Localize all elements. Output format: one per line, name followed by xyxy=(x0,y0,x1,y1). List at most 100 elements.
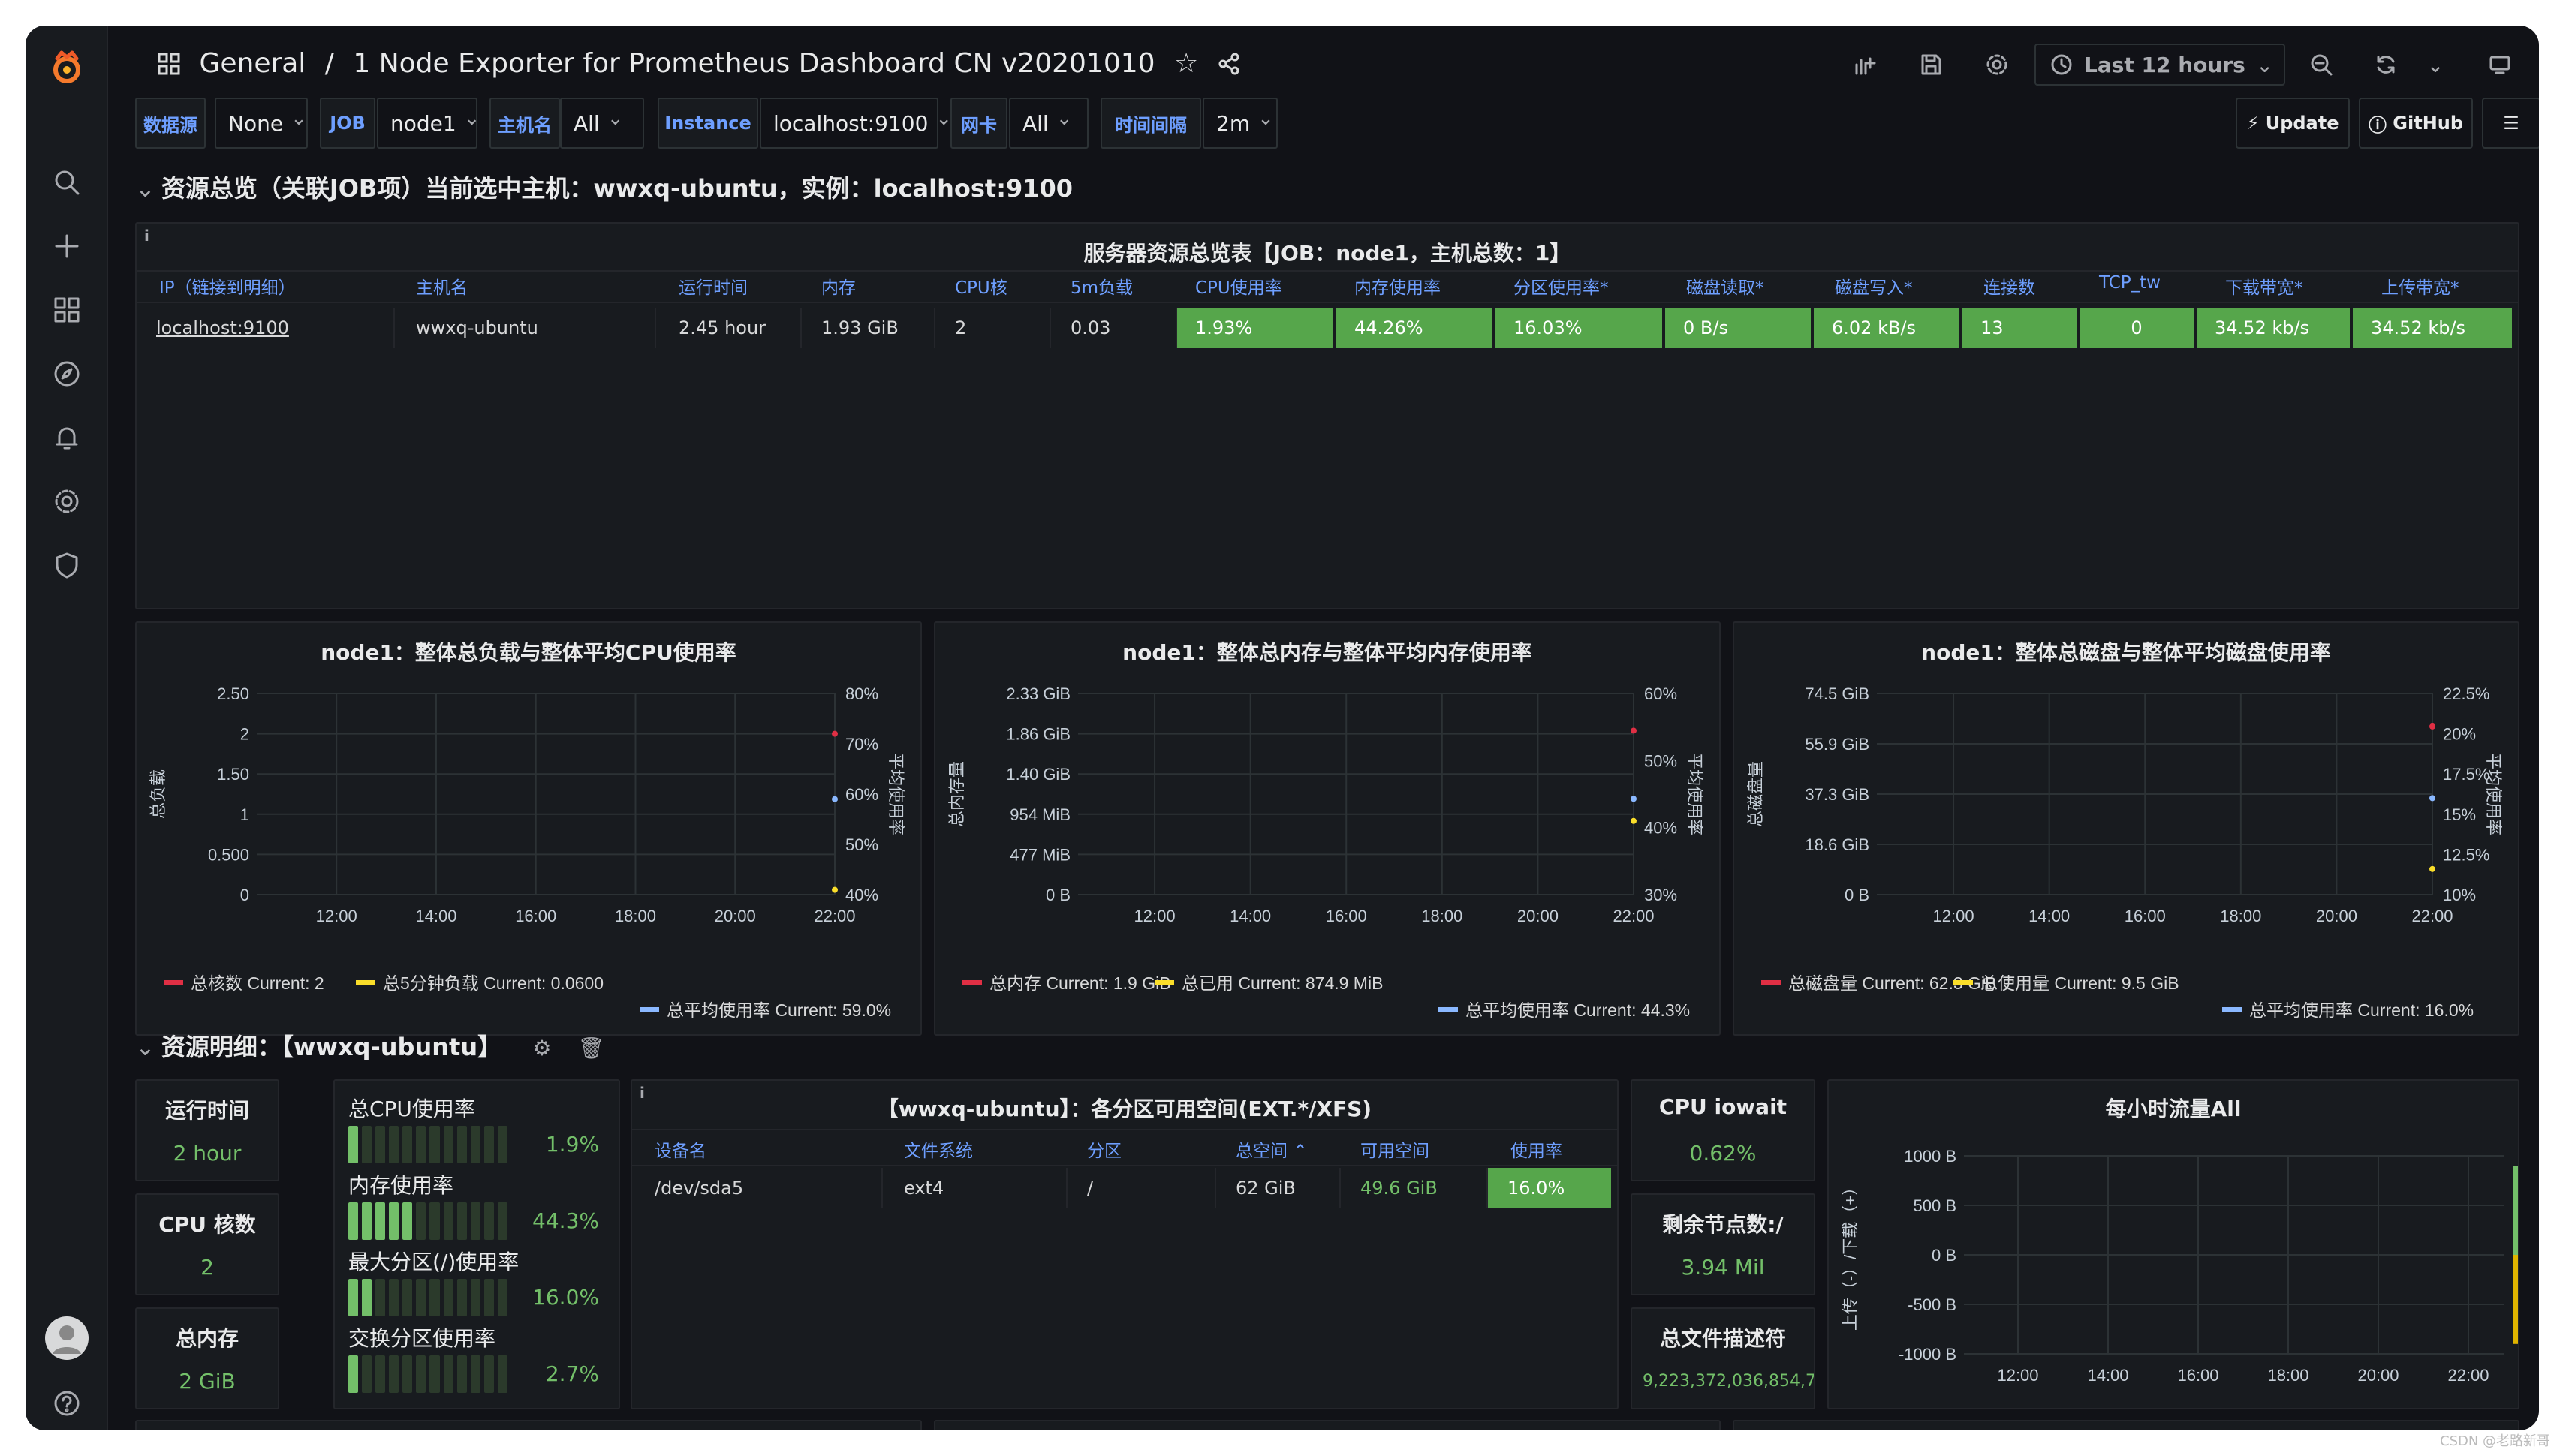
refresh-interval-dropdown[interactable]: ⌄ xyxy=(2414,44,2456,86)
grafana-logo-icon[interactable] xyxy=(48,50,86,87)
y-axis-label: 总内存量 xyxy=(947,761,966,827)
x-tick-label: 12:00 xyxy=(1997,1366,2038,1385)
y2-tick-label: 17.5% xyxy=(2443,765,2489,784)
th-free-space[interactable]: 可用空间 xyxy=(1360,1136,1429,1162)
explore-icon[interactable] xyxy=(53,359,81,388)
th-uptime[interactable]: 运行时间 xyxy=(679,273,748,299)
github-link-button[interactable]: ⓘ GitHub xyxy=(2359,98,2473,149)
breadcrumb-separator: / xyxy=(324,48,334,79)
partition-table-panel: i 【wwxq-ubuntu】：各分区可用空间(EXT.*/XFS) 设备名 文… xyxy=(631,1079,1619,1409)
configuration-gear-icon[interactable] xyxy=(53,487,81,516)
var-select-interval[interactable]: 2m xyxy=(1203,98,1278,149)
bargauge-segment xyxy=(483,1202,494,1240)
legend-swatch xyxy=(640,1007,659,1012)
update-link-button[interactable]: ⚡ Update xyxy=(2236,98,2350,149)
th-upload-bw[interactable]: 上传带宽* xyxy=(2381,273,2459,299)
x-tick-label: 14:00 xyxy=(2087,1366,2128,1385)
cpu-load-graph-panel: node1：整体总负载与整体平均CPU使用率 2.50 2 1.50 1 0.500 0 8… xyxy=(135,621,922,1036)
dashboards-icon[interactable] xyxy=(53,296,81,324)
usage-bargauge-panel: 总CPU使用率 1.9% 内存使用率 44.3% 最大分区(/)使用率 16.0… xyxy=(333,1079,620,1409)
bargauge-segment xyxy=(389,1279,399,1316)
th-ip[interactable]: IP（链接到明细） xyxy=(159,273,296,299)
th-hostname[interactable]: 主机名 xyxy=(416,273,468,299)
save-dashboard-button[interactable] xyxy=(1904,44,1958,86)
th-load5[interactable]: 5m负载 xyxy=(1071,273,1133,299)
row-settings-gear-icon[interactable]: ⚙ xyxy=(532,1036,551,1060)
disk-graph-svg: 74.5 GiB 55.9 GiB 37.3 GiB 18.6 GiB 0 B 22.5%… xyxy=(1746,684,2503,1020)
plus-icon[interactable] xyxy=(53,232,81,260)
th-download-bw[interactable]: 下载带宽* xyxy=(2225,273,2303,299)
x-tick-label: 18:00 xyxy=(2267,1366,2308,1385)
th-mountpoint[interactable]: 分区 xyxy=(1087,1136,1122,1162)
cell-ip-link[interactable]: localhost:9100 xyxy=(143,308,395,348)
th-disk-read[interactable]: 磁盘读取* xyxy=(1686,273,1764,299)
row-delete-trash-icon[interactable]: 🗑 xyxy=(578,1036,605,1060)
help-icon[interactable] xyxy=(53,1389,81,1418)
hourly-traffic-panel: 每小时流量All 1000 B 500 B0 B -500 B -1000 B 12:0… xyxy=(1827,1079,2519,1409)
bargauge-mem-value: 44.3% xyxy=(532,1208,599,1233)
tv-mode-icon[interactable] xyxy=(2473,44,2527,86)
th-disk-write[interactable]: 磁盘写入* xyxy=(1835,273,1913,299)
bargauge-segment xyxy=(443,1355,453,1393)
cell-device: /dev/sda5 xyxy=(632,1168,883,1208)
zoom-out-icon[interactable] xyxy=(2294,44,2348,86)
th-device[interactable]: 设备名 xyxy=(655,1136,706,1162)
legend-swatch xyxy=(164,980,183,985)
refresh-icon[interactable] xyxy=(2359,44,2413,86)
th-memory[interactable]: 内存 xyxy=(821,273,856,299)
links-menu-icon[interactable]: ☰ xyxy=(2482,98,2539,149)
th-usage[interactable]: 使用率 xyxy=(1510,1136,1562,1162)
file-descriptors-stat-panel: 总文件描述符 9,223,372,036,854,775,807 xyxy=(1631,1307,1815,1409)
bargauge-segment xyxy=(348,1202,359,1240)
th-filesystem[interactable]: 文件系统 xyxy=(904,1136,973,1162)
th-cpu-cores[interactable]: CPU核 xyxy=(955,273,1007,299)
bargauge-segment xyxy=(456,1202,467,1240)
y-tick-label: 0 B xyxy=(1845,886,1869,904)
search-icon[interactable] xyxy=(53,168,81,197)
dashboard-title[interactable]: 1 Node Exporter for Prometheus Dashboard… xyxy=(353,48,1155,79)
th-partition-usage[interactable]: 分区使用率* xyxy=(1513,273,1609,299)
y-tick-label: 18.6 GiB xyxy=(1805,835,1869,854)
data-point xyxy=(1631,727,1637,734)
bargauge-segment xyxy=(497,1202,507,1240)
dashboard-settings-gear-icon[interactable] xyxy=(1970,44,2024,86)
star-icon[interactable]: ☆ xyxy=(1174,48,1198,79)
share-icon[interactable] xyxy=(1218,51,1240,75)
y-tick-label: -1000 B xyxy=(1899,1345,1956,1364)
th-total-space[interactable]: 总空间 ⌃ xyxy=(1236,1136,1308,1162)
data-point xyxy=(2429,865,2435,872)
time-range-picker[interactable]: Last 12 hours ⌄ xyxy=(2034,44,2285,86)
var-select-instance[interactable]: localhost:9100 xyxy=(760,98,938,149)
y2-tick-label: 15% xyxy=(2443,805,2476,824)
memory-total-value: 2 GiB xyxy=(179,1369,236,1394)
y2-tick-label: 20% xyxy=(2443,725,2476,744)
row-overview-title[interactable]: ⌄ 资源总览（关联JOB项）当前选中主机：wwxq-ubuntu，实例：local… xyxy=(135,170,1073,204)
y-tick-label: 55.9 GiB xyxy=(1805,735,1869,754)
var-select-hostname[interactable]: All xyxy=(560,98,644,149)
y2-tick-label: 60% xyxy=(1644,684,1677,703)
th-mem-usage[interactable]: 内存使用率 xyxy=(1354,273,1441,299)
bargauge-cpu-value: 1.9% xyxy=(545,1132,599,1157)
add-panel-button[interactable] xyxy=(1835,44,1893,86)
breadcrumb: General / 1 Node Exporter for Prometheus… xyxy=(158,48,1251,79)
bargauge-segment xyxy=(483,1355,494,1393)
bargauge-segment xyxy=(402,1126,413,1163)
row-detail-title[interactable]: ⌄ 资源明细：【wwxq-ubuntu】 ⚙ 🗑 xyxy=(135,1028,604,1063)
var-select-job[interactable]: node1 xyxy=(377,98,477,149)
y-tick-label: 0.500 xyxy=(208,845,249,864)
var-select-datasource[interactable]: None xyxy=(215,98,308,149)
user-avatar[interactable] xyxy=(45,1316,89,1360)
uptime-label: 运行时间 xyxy=(164,1098,249,1123)
y-tick-label: 1.86 GiB xyxy=(1006,725,1071,744)
th-connections[interactable]: 连接数 xyxy=(1983,273,2035,299)
var-select-nic[interactable]: All xyxy=(1009,98,1089,149)
th-tcp-tw[interactable]: TCP_tw xyxy=(2099,273,2161,293)
server-admin-shield-icon[interactable] xyxy=(53,551,81,579)
cell-mountpoint: / xyxy=(1068,1168,1216,1208)
breadcrumb-folder[interactable]: General xyxy=(199,48,306,79)
cell-partition-usage: 16.03% xyxy=(1495,308,1665,348)
th-cpu-usage[interactable]: CPU使用率 xyxy=(1195,273,1282,299)
bargauge-segment xyxy=(470,1126,480,1163)
alerting-bell-icon[interactable] xyxy=(53,423,81,452)
bargauge-segment xyxy=(402,1279,413,1316)
